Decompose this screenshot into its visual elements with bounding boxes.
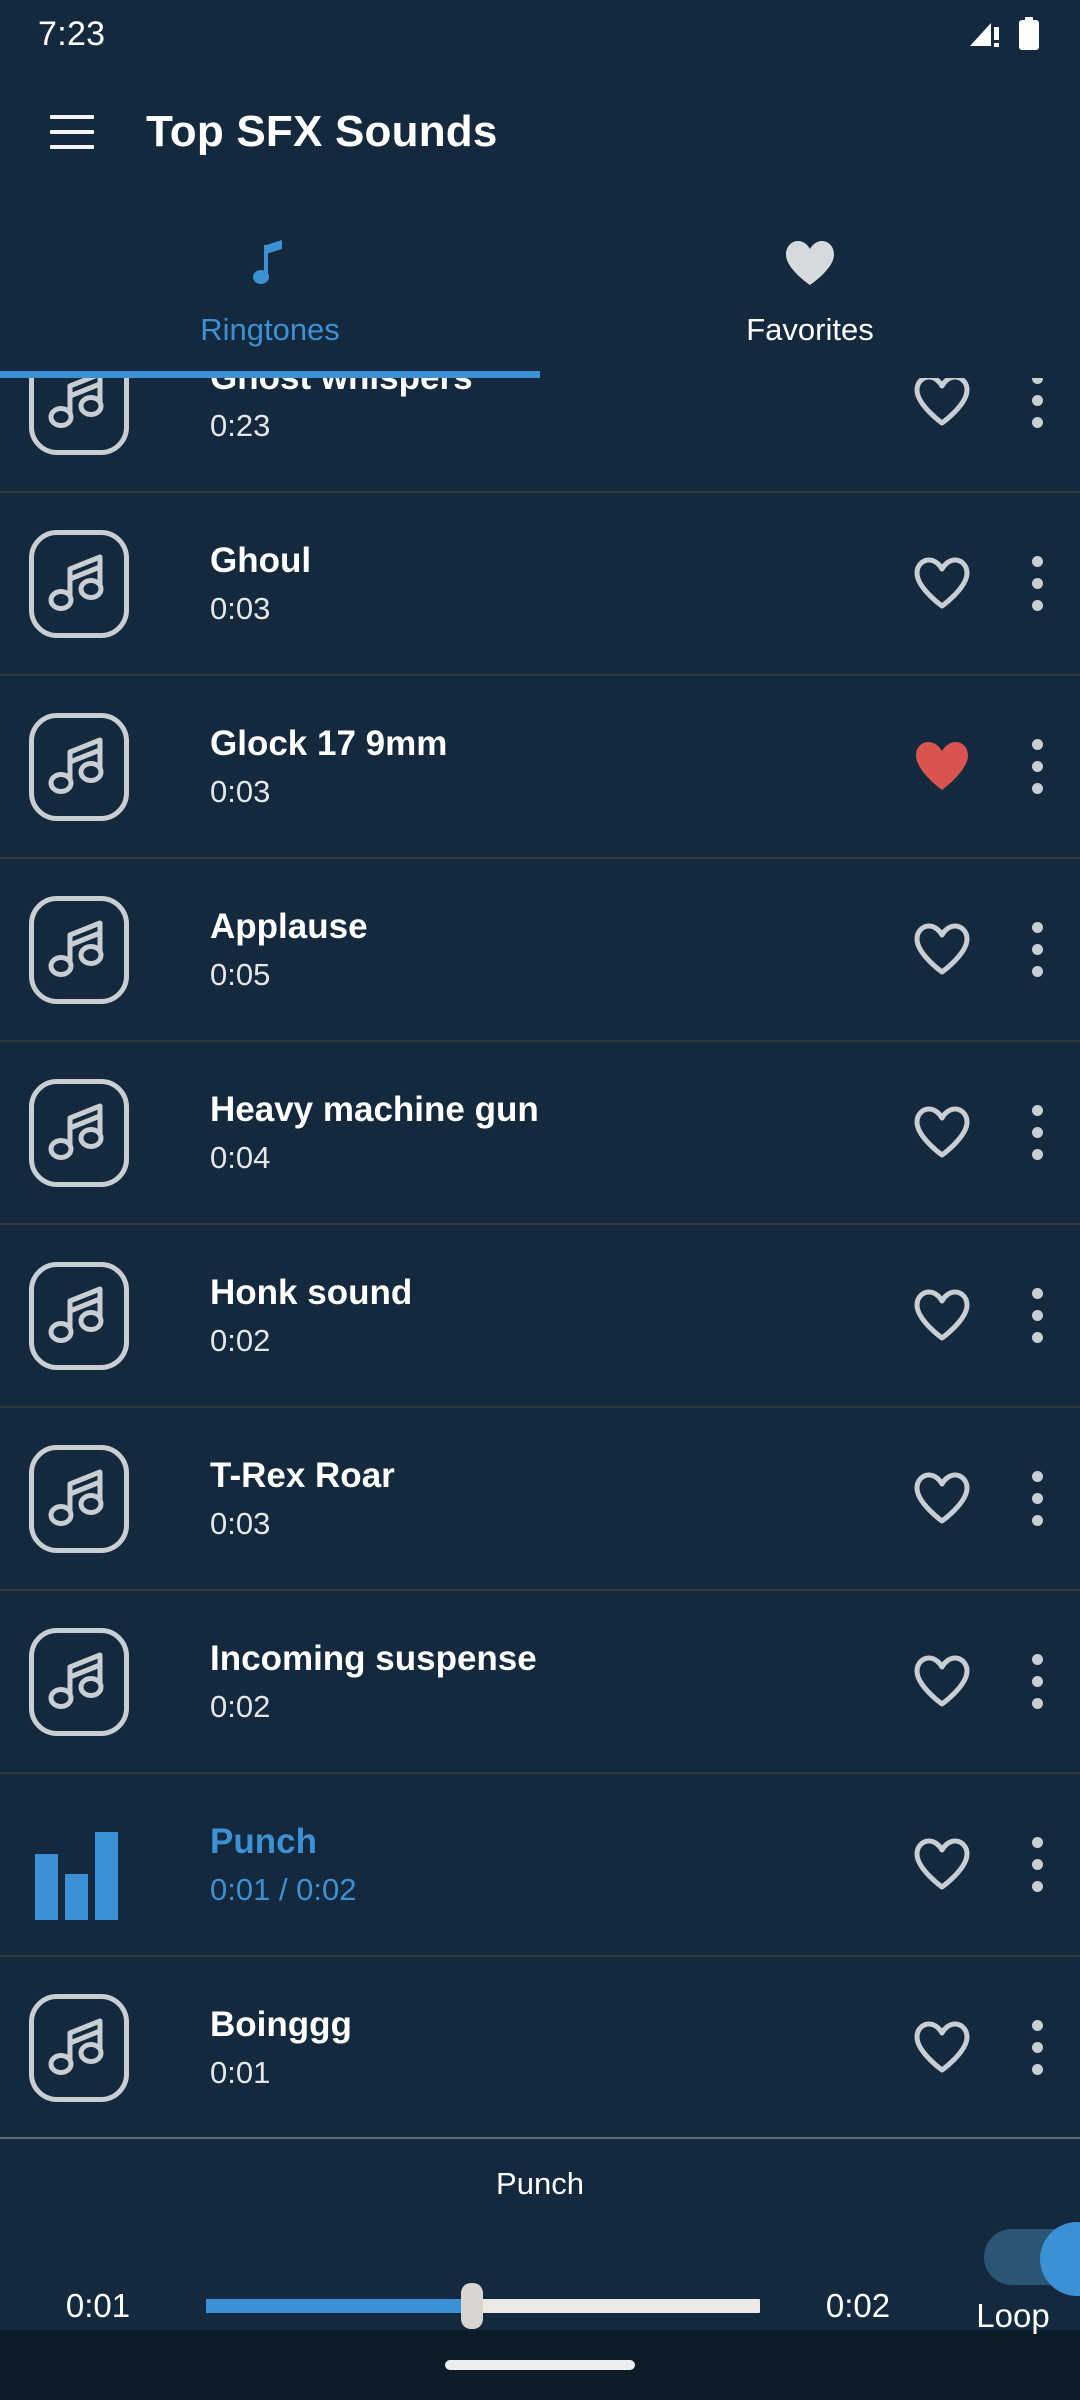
favorite-button[interactable] [890, 1106, 994, 1160]
sound-duration: 0:01 [210, 2055, 271, 2091]
seek-fill [206, 2299, 472, 2313]
tab-bar: Ringtones Favorites [0, 196, 1080, 378]
player-total-time: 0:02 [825, 2287, 891, 2324]
player-title: Punch [496, 2166, 584, 2201]
sound-title: Heavy machine gun [210, 1089, 539, 1129]
sound-info: Applause 0:05 [134, 906, 890, 993]
music-note-icon [24, 1444, 134, 1554]
tab-ringtones[interactable]: Ringtones [0, 196, 540, 378]
overflow-menu-icon[interactable] [994, 1105, 1080, 1160]
table-row[interactable]: Applause 0:05 [0, 859, 1080, 1042]
overflow-menu-icon[interactable] [994, 378, 1080, 428]
table-row[interactable]: Punch 0:01 / 0:02 [0, 1774, 1080, 1957]
player-bar: Punch 0:01 0:02 Loop [0, 2137, 1080, 2334]
seek-slider[interactable] [206, 2283, 760, 2329]
tab-label: Ringtones [200, 312, 340, 347]
sound-info: Boinggg 0:01 [134, 2004, 890, 2091]
sound-duration: 0:03 [210, 1506, 271, 1542]
status-icons [968, 17, 1040, 51]
favorite-button-active[interactable] [890, 740, 994, 794]
sound-info: Glock 17 9mm 0:03 [134, 723, 890, 810]
music-note-icon [24, 1078, 134, 1188]
loop-label: Loop [976, 2297, 1050, 2334]
sound-info: T-Rex Roar 0:03 [134, 1455, 890, 1542]
sound-duration: 0:02 [210, 1323, 271, 1359]
sound-duration: 0:03 [210, 774, 271, 810]
overflow-menu-icon[interactable] [994, 1288, 1080, 1343]
table-row[interactable]: Glock 17 9mm 0:03 [0, 676, 1080, 859]
sound-duration: 0:01 / 0:02 [210, 1872, 357, 1908]
favorite-button[interactable] [890, 1289, 994, 1343]
seek-thumb[interactable] [460, 2283, 483, 2329]
sound-info: Heavy machine gun 0:04 [134, 1089, 890, 1176]
favorite-button[interactable] [890, 923, 994, 977]
heart-filled-icon [784, 238, 836, 290]
page-title: Top SFX Sounds [146, 107, 498, 156]
app-bar: Top SFX Sounds [0, 68, 1080, 196]
music-note-icon [253, 238, 287, 290]
table-row[interactable]: Boinggg 0:01 [0, 1957, 1080, 2137]
overflow-menu-icon[interactable] [994, 1837, 1080, 1892]
music-note-icon [24, 1627, 134, 1737]
music-note-icon [24, 895, 134, 1005]
sound-title: Boinggg [210, 2004, 352, 2044]
tab-active-indicator [0, 371, 540, 378]
tab-favorites[interactable]: Favorites [540, 196, 1080, 378]
sound-duration: 0:05 [210, 957, 271, 993]
favorite-button[interactable] [890, 1472, 994, 1526]
status-clock: 7:23 [38, 14, 106, 53]
sound-duration: 0:02 [210, 1689, 271, 1725]
sound-title: Glock 17 9mm [210, 723, 448, 763]
sound-title: Ghost whispers [210, 378, 890, 396]
table-row[interactable]: Ghoul 0:03 [0, 493, 1080, 676]
equalizer-icon [24, 1810, 134, 1920]
overflow-menu-icon[interactable] [994, 556, 1080, 611]
table-row[interactable]: T-Rex Roar 0:03 [0, 1408, 1080, 1591]
sound-info: Honk sound 0:02 [134, 1272, 890, 1359]
sound-info: Incoming suspense 0:02 [134, 1638, 890, 1725]
favorite-button[interactable] [890, 1655, 994, 1709]
sound-title: T-Rex Roar [210, 1455, 395, 1495]
sound-title: Incoming suspense [210, 1638, 537, 1678]
loop-toggle[interactable]: Loop [946, 2222, 1080, 2381]
hamburger-menu-icon[interactable] [50, 115, 94, 149]
table-row[interactable]: Ghost whispers 0:23 [0, 378, 1080, 493]
favorite-button[interactable] [890, 557, 994, 611]
music-note-icon [24, 1261, 134, 1371]
sound-duration: 0:23 [210, 408, 271, 444]
battery-full-icon [1019, 17, 1039, 50]
sound-info: Punch 0:01 / 0:02 [134, 1821, 890, 1908]
sound-duration: 0:03 [210, 591, 271, 627]
sound-duration: 0:04 [210, 1140, 271, 1176]
signal-no-service-icon [970, 23, 999, 47]
tab-label: Favorites [746, 312, 874, 347]
favorite-button[interactable] [890, 378, 994, 428]
sound-info: Ghost whispers 0:23 [134, 378, 890, 441]
player-elapsed-time: 0:01 [65, 2287, 131, 2324]
overflow-menu-icon[interactable] [994, 922, 1080, 977]
sound-title: Punch [210, 1821, 317, 1861]
table-row[interactable]: Incoming suspense 0:02 [0, 1591, 1080, 1774]
sound-title: Applause [210, 906, 368, 946]
sound-info: Ghoul 0:03 [134, 540, 890, 627]
favorite-button[interactable] [890, 2021, 994, 2075]
sound-list[interactable]: Ghost whispers 0:23 Ghoul 0:03 Glock 17 9mm 0… [0, 378, 1080, 2137]
table-row[interactable]: Heavy machine gun 0:04 [0, 1042, 1080, 1225]
status-bar: 7:23 [0, 0, 1080, 68]
overflow-menu-icon[interactable] [994, 739, 1080, 794]
overflow-menu-icon[interactable] [994, 1654, 1080, 1709]
music-note-icon [24, 529, 134, 639]
table-row[interactable]: Honk sound 0:02 [0, 1225, 1080, 1408]
music-note-icon [24, 1993, 134, 2103]
player-controls: 0:01 0:02 Loop [0, 2222, 1080, 2381]
favorite-button[interactable] [890, 1838, 994, 1892]
app-screen: 7:23 Top SFX Sounds Ringtones Favorites … [0, 0, 1080, 2400]
sound-title: Honk sound [210, 1272, 413, 1312]
overflow-menu-icon[interactable] [994, 1471, 1080, 1526]
overflow-menu-icon[interactable] [994, 2020, 1080, 2075]
music-note-icon [24, 712, 134, 822]
sound-title: Ghoul [210, 540, 312, 580]
music-note-icon [24, 378, 134, 456]
